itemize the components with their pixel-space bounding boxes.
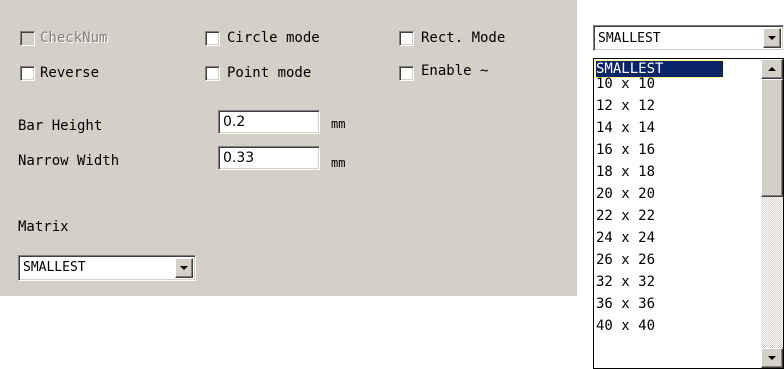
point-mode-checkbox[interactable] xyxy=(205,66,220,81)
list-item[interactable]: 10 x 10 xyxy=(596,76,655,92)
list-item[interactable]: 18 x 18 xyxy=(596,164,655,180)
list-item[interactable]: 22 x 22 xyxy=(596,208,655,224)
narrow-width-unit: mm xyxy=(331,156,346,170)
point-mode-label[interactable]: Point mode xyxy=(227,65,311,81)
list-item[interactable]: 20 x 20 xyxy=(596,186,655,202)
matrix-select-button[interactable] xyxy=(175,258,193,278)
list-item[interactable]: 14 x 14 xyxy=(596,120,655,136)
checknum-checkbox xyxy=(20,31,35,46)
list-item[interactable]: 24 x 24 xyxy=(596,230,655,246)
scroll-up-button[interactable] xyxy=(761,59,783,79)
matrix-select-value: SMALLEST xyxy=(23,260,86,275)
enable-label[interactable]: Enable ~ xyxy=(421,63,488,79)
circle-mode-checkbox[interactable] xyxy=(205,31,220,46)
circle-mode-label[interactable]: Circle mode xyxy=(227,30,320,46)
narrow-width-label: Narrow Width xyxy=(18,153,120,169)
reverse-label[interactable]: Reverse xyxy=(40,65,99,81)
size-dropdown-list[interactable]: SMALLEST 10 x 10 12 x 12 14 x 14 16 x 16… xyxy=(593,58,784,369)
reverse-checkbox[interactable] xyxy=(20,66,35,81)
list-item[interactable]: 32 x 32 xyxy=(596,274,655,290)
checknum-label: CheckNum xyxy=(40,30,108,46)
narrow-width-input[interactable]: 0.33 xyxy=(218,146,320,170)
rect-mode-checkbox[interactable] xyxy=(399,31,414,46)
list-item[interactable]: 36 x 36 xyxy=(596,296,655,312)
list-item[interactable]: 40 x 40 xyxy=(596,318,655,334)
size-select[interactable]: SMALLEST xyxy=(593,25,784,51)
bar-height-input[interactable]: 0.2 xyxy=(218,110,320,134)
scrollbar-thumb[interactable] xyxy=(761,79,783,197)
matrix-select[interactable]: SMALLEST xyxy=(18,255,196,281)
settings-panel: CheckNum Circle mode Rect. Mode Reverse … xyxy=(0,0,577,296)
chevron-down-icon xyxy=(180,266,188,270)
enable-checkbox[interactable] xyxy=(399,66,414,81)
list-item[interactable]: 26 x 26 xyxy=(596,252,655,268)
list-item[interactable]: 12 x 12 xyxy=(596,98,655,114)
scroll-up-arrow-icon xyxy=(768,67,776,71)
rect-mode-label[interactable]: Rect. Mode xyxy=(421,30,505,46)
list-item[interactable]: 16 x 16 xyxy=(596,142,655,158)
bar-height-label: Bar Height xyxy=(18,118,103,134)
size-select-button[interactable] xyxy=(763,28,781,48)
chevron-down-icon xyxy=(768,36,776,40)
scroll-down-button[interactable] xyxy=(761,348,783,368)
list-item[interactable]: SMALLEST xyxy=(595,60,724,78)
scroll-down-arrow-icon xyxy=(768,356,776,360)
bar-height-unit: mm xyxy=(331,117,346,131)
matrix-label: Matrix xyxy=(18,219,69,235)
size-select-value: SMALLEST xyxy=(598,31,661,46)
